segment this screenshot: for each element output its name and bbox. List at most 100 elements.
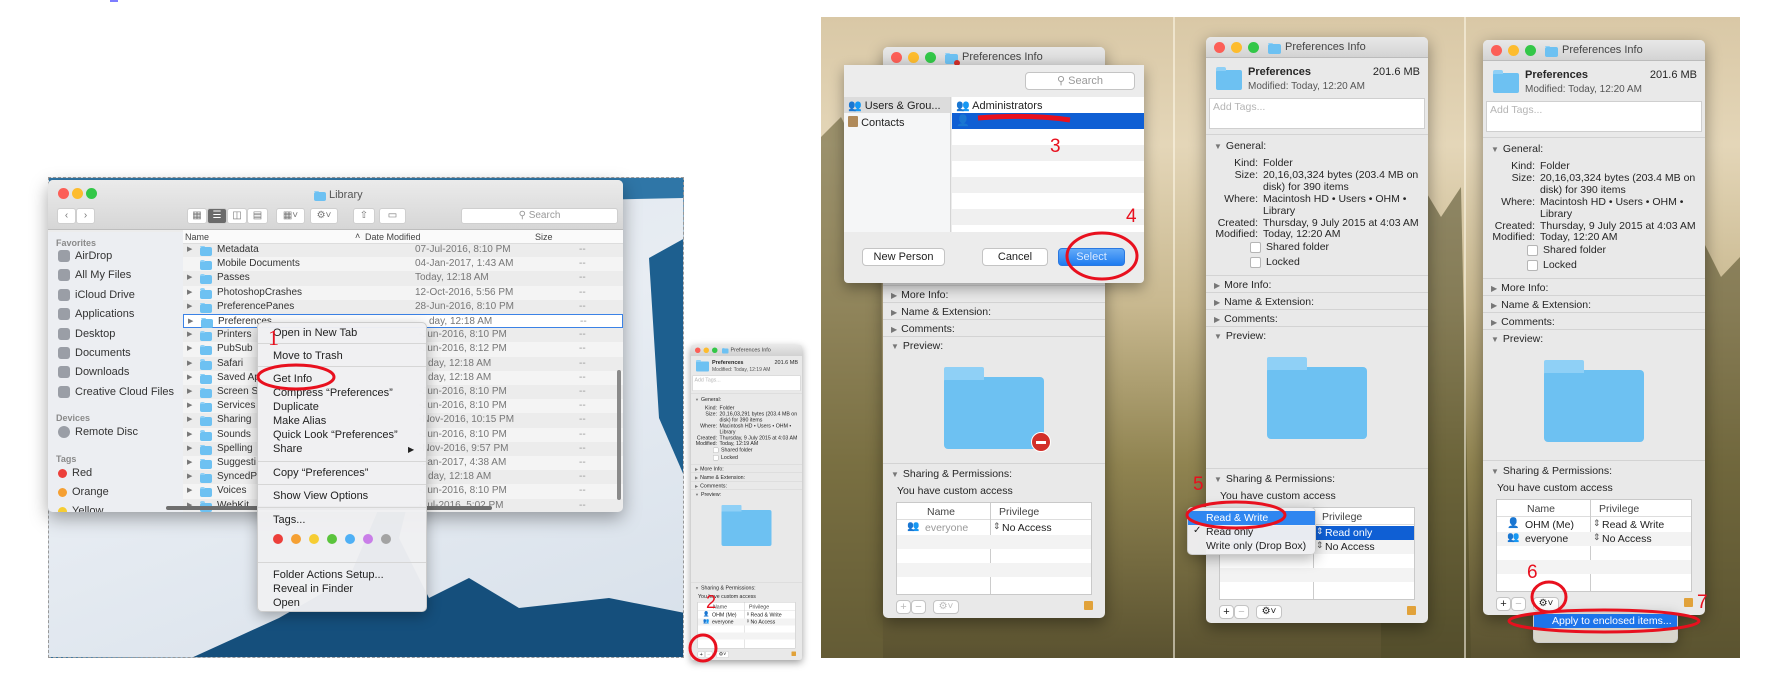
section-name_ext[interactable]: ▶ Name & Extension: <box>1214 296 1314 308</box>
disclosure-triangle-icon[interactable]: ▶ <box>187 472 192 480</box>
disclosure-triangle-icon[interactable]: ▶ <box>187 344 192 352</box>
section-more_info[interactable]: ▶ More Info: <box>695 466 724 472</box>
close-button[interactable] <box>58 188 69 199</box>
permission-row[interactable]: 👤 OHM (Me) ⇕ Read & Write <box>698 612 795 619</box>
close-button[interactable] <box>1491 45 1502 56</box>
disclosure-triangle-icon[interactable]: ▶ <box>187 330 192 338</box>
stepper-icon[interactable]: ⇕ <box>993 521 1001 532</box>
column-privilege-header[interactable]: Privilege <box>1322 511 1362 523</box>
disclosure-triangle-icon[interactable]: ▶ <box>187 430 192 438</box>
view-list-button[interactable]: ☰ <box>207 208 227 224</box>
gear-action-button[interactable]: ⚙˅ <box>1256 605 1282 619</box>
share-button[interactable]: ⇧ <box>353 208 375 224</box>
context-menu-item[interactable]: Show View Options <box>273 490 368 502</box>
context-menu-item[interactable]: Tags... <box>273 514 305 526</box>
context-menu-item[interactable]: Folder Actions Setup... <box>273 569 384 581</box>
file-row[interactable]: ▶ Passes Today, 12:18 AM -- <box>183 271 623 285</box>
view-coverflow-button[interactable]: ▤ <box>247 208 268 224</box>
section-general[interactable]: ▼General: <box>1491 143 1543 155</box>
context-menu-item[interactable]: Copy “Preferences” <box>273 467 368 479</box>
section-more_info[interactable]: ▶ More Info: <box>1491 282 1548 294</box>
column-name-header[interactable]: Name <box>185 232 209 242</box>
add-permission-button[interactable]: + <box>1496 597 1511 611</box>
tag-color-button[interactable] <box>381 534 391 544</box>
context-menu-item[interactable]: Quick Look “Preferences” <box>273 429 398 441</box>
minimize-button[interactable] <box>1508 45 1519 56</box>
stepper-icon[interactable]: ⇕ <box>746 612 750 618</box>
close-button[interactable] <box>695 347 701 353</box>
shared-folder-checkbox[interactable] <box>713 447 719 453</box>
section-preview[interactable]: ▼ Preview: <box>1491 333 1543 345</box>
permission-row[interactable]: 👤 OHM (Me) ⇕ Read & Write <box>1497 518 1691 532</box>
section-name_ext[interactable]: ▶ Name & Extension: <box>891 306 991 318</box>
zoom-button[interactable] <box>712 347 718 353</box>
remove-permission-button[interactable]: − <box>705 651 713 658</box>
permission-privilege[interactable]: No Access <box>1002 522 1052 534</box>
section-comments[interactable]: ▶ Comments: <box>1491 316 1555 328</box>
add-permission-button[interactable]: + <box>1219 605 1234 619</box>
menu-item-read-only[interactable]: Read only <box>1206 526 1253 538</box>
stepper-icon[interactable]: ⇕ <box>1593 532 1601 543</box>
section-preview[interactable]: ▼ Preview: <box>891 340 943 352</box>
locked-checkbox[interactable] <box>1527 260 1538 271</box>
picker-search-field[interactable]: ⚲ Search <box>1025 72 1135 90</box>
disclosure-triangle-icon[interactable]: ▶ <box>187 387 192 395</box>
permission-privilege[interactable]: No Access <box>751 619 776 625</box>
zoom-button[interactable] <box>925 52 936 63</box>
minimize-button[interactable] <box>703 347 709 353</box>
context-menu-item[interactable]: Get Info <box>273 373 312 385</box>
tag-color-button[interactable] <box>309 534 319 544</box>
disclosure-triangle-icon[interactable]: ▶ <box>187 273 192 281</box>
disclosure-triangle-icon[interactable]: ▶ <box>187 373 192 381</box>
tag-color-button[interactable] <box>363 534 373 544</box>
section-comments[interactable]: ▶ Comments: <box>891 323 955 335</box>
user-entry-administrators[interactable]: 👥 Administrators <box>956 99 1042 112</box>
disclosure-triangle-icon[interactable]: ▶ <box>188 317 193 325</box>
section-comments[interactable]: ▶ Comments: <box>1214 313 1278 325</box>
stepper-icon[interactable]: ⇕ <box>1593 518 1601 529</box>
section-preview[interactable]: ▼ Preview: <box>695 492 721 498</box>
permission-privilege[interactable]: Read & Write <box>1602 519 1664 531</box>
view-icon-button[interactable]: ▦ <box>187 208 207 224</box>
section-sharing[interactable]: ▼ Sharing & Permissions: <box>695 585 756 591</box>
select-button[interactable]: Select <box>1058 248 1125 266</box>
locked-checkbox[interactable] <box>713 455 719 461</box>
column-size-header[interactable]: Size <box>535 232 553 242</box>
stepper-icon[interactable]: ⇕ <box>1316 526 1324 537</box>
context-menu-item[interactable]: Share <box>273 443 302 455</box>
file-row[interactable]: ▶ PhotoshopCrashes 12-Oct-2016, 5:56 PM … <box>183 285 623 300</box>
section-general[interactable]: ▼General: <box>1214 140 1266 152</box>
section-sharing[interactable]: ▼ Sharing & Permissions: <box>1214 473 1335 485</box>
remove-permission-button[interactable]: − <box>1511 597 1526 611</box>
section-sharing[interactable]: ▼ Sharing & Permissions: <box>1491 465 1612 477</box>
context-menu-item[interactable]: Open in New Tab <box>273 327 357 339</box>
disclosure-triangle-icon[interactable]: ▶ <box>187 245 192 253</box>
user-entry-selected[interactable]: 👤 <box>956 114 970 127</box>
shared-folder-checkbox[interactable] <box>1250 242 1261 253</box>
section-sharing[interactable]: ▼ Sharing & Permissions: <box>891 468 1012 480</box>
close-button[interactable] <box>1214 42 1225 53</box>
disclosure-triangle-icon[interactable]: ▶ <box>187 458 192 466</box>
new-person-button[interactable]: New Person <box>862 248 945 266</box>
zoom-button[interactable] <box>1248 42 1259 53</box>
column-name-header[interactable]: Name <box>927 506 955 518</box>
tags-input[interactable]: Add Tags... <box>1209 98 1425 129</box>
section-general[interactable]: ▼General: <box>695 397 721 403</box>
arrange-button[interactable]: ▦˅ <box>276 208 305 224</box>
minimize-button[interactable] <box>908 52 919 63</box>
source-contacts[interactable]: Contacts <box>844 114 950 130</box>
section-more_info[interactable]: ▶ More Info: <box>891 289 948 301</box>
action-gear-button[interactable]: ⚙˅ <box>310 208 338 224</box>
vertical-scrollbar[interactable] <box>617 370 621 500</box>
permission-row[interactable]: 👥 everyone ⇕ No Access <box>897 521 1091 535</box>
back-button[interactable]: ‹ <box>57 208 76 224</box>
tag-color-button[interactable] <box>291 534 301 544</box>
tag-color-button[interactable] <box>345 534 355 544</box>
section-more_info[interactable]: ▶ More Info: <box>1214 279 1271 291</box>
context-menu-item[interactable]: Duplicate <box>273 401 319 413</box>
stepper-icon[interactable]: ⇕ <box>746 619 750 625</box>
menu-item-write-only[interactable]: Write only (Drop Box) <box>1206 540 1306 552</box>
tags-input[interactable]: Add Tags... <box>692 375 801 391</box>
remove-permission-button[interactable]: − <box>1234 605 1249 619</box>
close-button[interactable] <box>891 52 902 63</box>
